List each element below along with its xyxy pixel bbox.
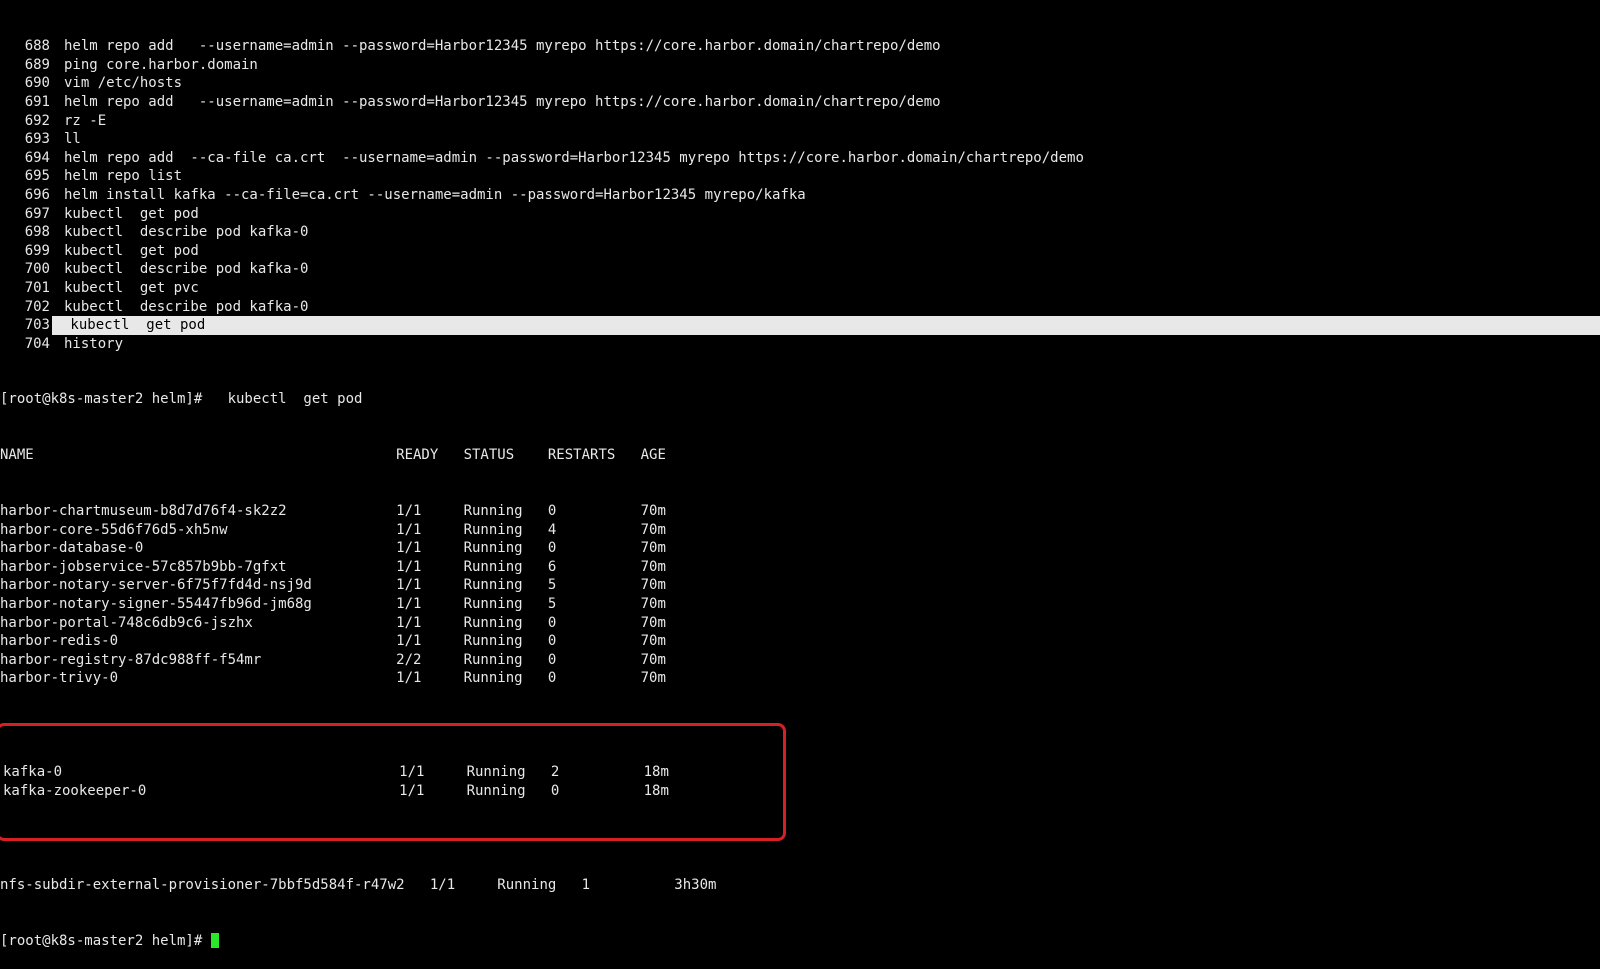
history-line: 691helm repo add --username=admin --pass… xyxy=(0,93,1600,112)
history-line: 695helm repo list xyxy=(0,167,1600,186)
history-command: kubectl get pvc xyxy=(52,279,199,298)
history-number: 702 xyxy=(0,298,52,317)
history-line: 696helm install kafka --ca-file=ca.crt -… xyxy=(0,186,1600,205)
history-number: 688 xyxy=(0,37,52,56)
history-number: 704 xyxy=(0,335,52,354)
pod-row: harbor-notary-server-6f75f7fd4d-nsj9d 1/… xyxy=(0,576,1600,595)
pod-row: nfs-subdir-external-provisioner-7bbf5d58… xyxy=(0,876,1600,895)
history-command-selected: kubectl get pod xyxy=(52,316,1600,335)
pod-row: harbor-portal-748c6db9c6-jszhx 1/1 Runni… xyxy=(0,614,1600,633)
history-command: history xyxy=(52,335,123,354)
history-line: 701kubectl get pvc xyxy=(0,279,1600,298)
history-command: kubectl get pod xyxy=(52,242,199,261)
pod-table-header: NAME READY STATUS RESTARTS AGE xyxy=(0,446,1600,465)
history-number: 695 xyxy=(0,167,52,186)
pod-row: harbor-chartmuseum-b8d7d76f4-sk2z2 1/1 R… xyxy=(0,502,1600,521)
terminal-output[interactable]: 688helm repo add --username=admin --pass… xyxy=(0,0,1600,969)
highlighted-kafka-pods: kafka-0 1/1 Running 2 18mkafka-zookeeper… xyxy=(0,723,786,841)
history-number: 696 xyxy=(0,186,52,205)
history-number: 690 xyxy=(0,74,52,93)
history-command: rz -E xyxy=(52,112,106,131)
pod-table-tail: nfs-subdir-external-provisioner-7bbf5d58… xyxy=(0,876,1600,895)
history-number: 700 xyxy=(0,260,52,279)
history-number: 692 xyxy=(0,112,52,131)
bash-history: 688helm repo add --username=admin --pass… xyxy=(0,37,1600,353)
history-command: helm install kafka --ca-file=ca.crt --us… xyxy=(52,186,806,205)
history-line: 693ll xyxy=(0,130,1600,149)
pod-row: harbor-core-55d6f76d5-xh5nw 1/1 Running … xyxy=(0,521,1600,540)
history-number: 698 xyxy=(0,223,52,242)
history-line: 692rz -E xyxy=(0,112,1600,131)
history-command: kubectl get pod xyxy=(52,205,199,224)
history-number: 697 xyxy=(0,205,52,224)
pod-row-highlighted: kafka-zookeeper-0 1/1 Running 0 18m xyxy=(3,782,783,801)
pod-table-body: harbor-chartmuseum-b8d7d76f4-sk2z2 1/1 R… xyxy=(0,502,1600,688)
history-command: kubectl describe pod kafka-0 xyxy=(52,223,308,242)
pod-row: harbor-notary-signer-55447fb96d-jm68g 1/… xyxy=(0,595,1600,614)
history-command: vim /etc/hosts xyxy=(52,74,182,93)
command-prompt-kubectl: [root@k8s-master2 helm]# kubectl get pod xyxy=(0,390,1600,409)
history-line: 697kubectl get pod xyxy=(0,205,1600,224)
history-line: 702kubectl describe pod kafka-0 xyxy=(0,298,1600,317)
pod-row: harbor-redis-0 1/1 Running 0 70m xyxy=(0,632,1600,651)
history-number: 691 xyxy=(0,93,52,112)
history-line: 694helm repo add --ca-file ca.crt --user… xyxy=(0,149,1600,168)
history-command: helm repo add --username=admin --passwor… xyxy=(52,93,941,112)
pod-row: harbor-registry-87dc988ff-f54mr 2/2 Runn… xyxy=(0,651,1600,670)
history-line: 699kubectl get pod xyxy=(0,242,1600,261)
pod-row: harbor-database-0 1/1 Running 0 70m xyxy=(0,539,1600,558)
pod-row: harbor-jobservice-57c857b9bb-7gfxt 1/1 R… xyxy=(0,558,1600,577)
history-number: 694 xyxy=(0,149,52,168)
shell-prompt-idle[interactable]: [root@k8s-master2 helm]# xyxy=(0,932,1600,951)
history-line: 689ping core.harbor.domain xyxy=(0,56,1600,75)
pod-row: harbor-trivy-0 1/1 Running 0 70m xyxy=(0,669,1600,688)
history-number: 701 xyxy=(0,279,52,298)
history-number: 699 xyxy=(0,242,52,261)
history-command: ll xyxy=(52,130,81,149)
history-line: 698kubectl describe pod kafka-0 xyxy=(0,223,1600,242)
history-command: ping core.harbor.domain xyxy=(52,56,258,75)
history-line: 703 kubectl get pod xyxy=(0,316,1600,335)
history-command: helm repo add --username=admin --passwor… xyxy=(52,37,941,56)
history-command: helm repo list xyxy=(52,167,182,186)
history-number: 689 xyxy=(0,56,52,75)
history-number: 703 xyxy=(0,316,52,335)
history-command: kubectl describe pod kafka-0 xyxy=(52,298,308,317)
cursor-icon xyxy=(211,933,219,948)
history-line: 690vim /etc/hosts xyxy=(0,74,1600,93)
history-command: helm repo add --ca-file ca.crt --usernam… xyxy=(52,149,1084,168)
history-line: 700kubectl describe pod kafka-0 xyxy=(0,260,1600,279)
history-number: 693 xyxy=(0,130,52,149)
history-command: kubectl describe pod kafka-0 xyxy=(52,260,308,279)
pod-row-highlighted: kafka-0 1/1 Running 2 18m xyxy=(3,763,783,782)
history-line: 688helm repo add --username=admin --pass… xyxy=(0,37,1600,56)
history-line: 704history xyxy=(0,335,1600,354)
